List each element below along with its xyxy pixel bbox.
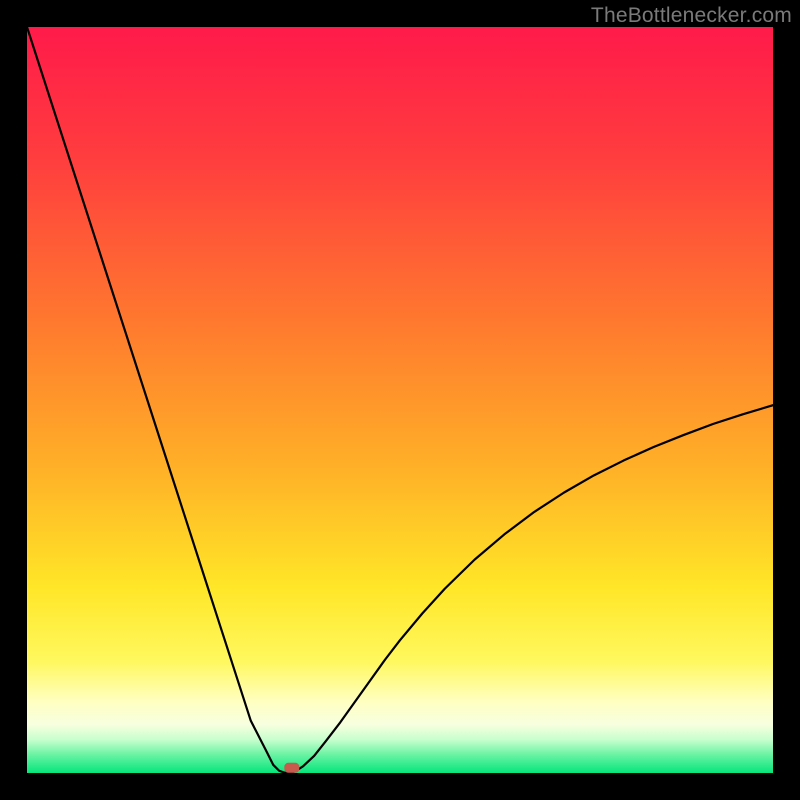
- chart-frame: [27, 27, 773, 773]
- optimal-point-marker: [284, 763, 299, 773]
- bottleneck-chart: [27, 27, 773, 773]
- attribution-label: TheBottlenecker.com: [591, 4, 792, 28]
- gradient-background: [27, 27, 773, 773]
